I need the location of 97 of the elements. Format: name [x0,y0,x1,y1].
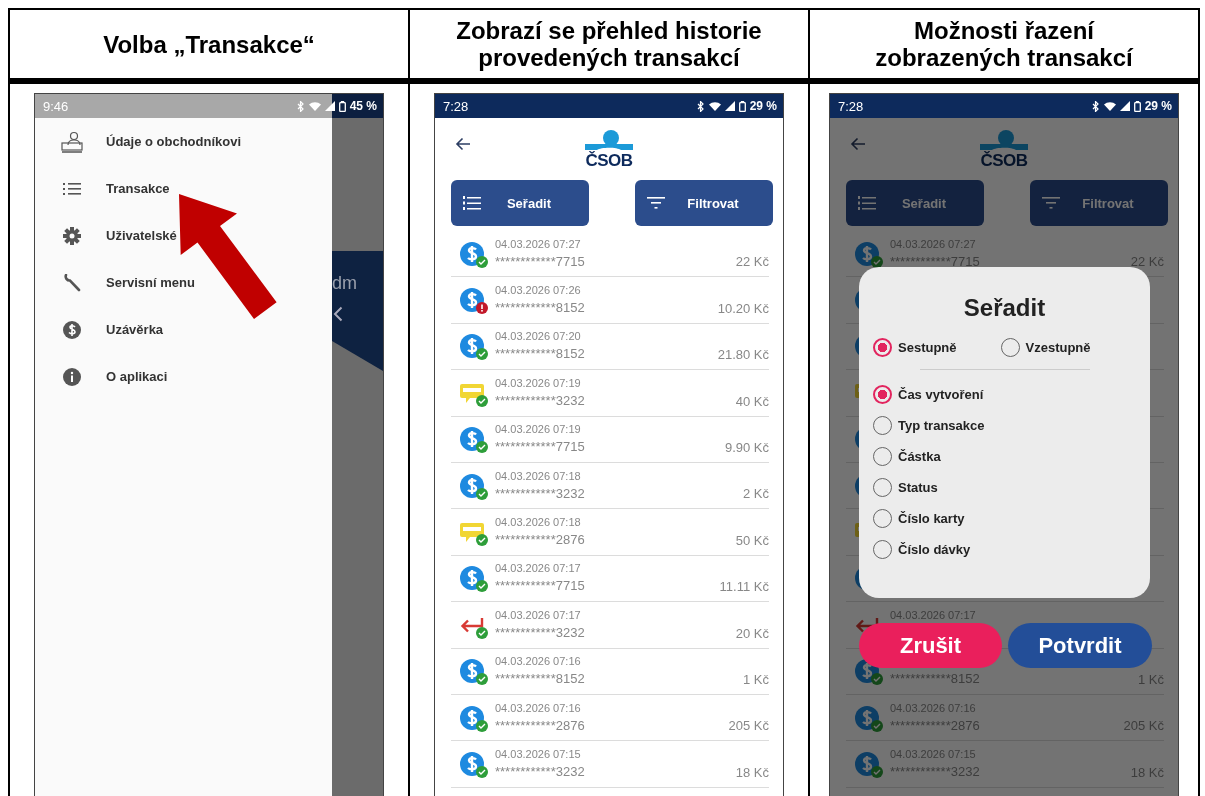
radio-button[interactable] [873,337,892,357]
battery-level: 45 % [349,99,377,113]
card-number: ************7715 [495,253,585,269]
logo-text: ČSOB [585,151,633,169]
transaction-date: 04.03.2026 07:18 [495,469,581,482]
status-time: 7:28 [443,98,469,114]
transaction-date: 04.03.2026 07:16 [495,655,581,668]
transaction-date: 04.03.2026 07:19 [495,423,581,436]
menu-item[interactable]: O aplikaci [35,353,332,400]
transaction-amount: 18 Kč [735,764,769,780]
card-number: ************3232 [495,764,585,779]
transaction-amount: 205 Kč [728,718,769,734]
transaction-date: 04.03.2026 07:17 [495,562,581,575]
logo-drawing [980,129,1028,152]
confirm-button[interactable]: Potvrdit [1008,623,1152,668]
dollar-icon [62,320,81,339]
filter-icon [647,196,665,210]
logo-text: ČSOB [980,151,1028,169]
card-number: ************3232 [495,624,585,640]
chevron-left-icon [333,306,343,322]
transaction-amount: 2 Kč [743,486,769,502]
battery-icon [338,100,346,112]
card-number: ************7715 [495,439,585,455]
transaction-amount: 21.80 Kč [717,347,769,363]
card-number: ************3232 [495,392,585,408]
transaction-date: 04.03.2026 07:26 [495,284,581,297]
card-number: ************3232 [495,485,585,501]
info-icon [62,367,81,386]
column-heading: Volba „Transakce“ [103,30,315,58]
wrench-icon [62,273,81,292]
battery-level: 29 % [749,99,777,113]
bluetooth-icon [296,100,305,112]
cancel-button[interactable]: Zrušit [859,623,1002,668]
card-number: ************2876 [495,717,585,733]
numbered-list-icon [858,195,876,211]
bluetooth-icon [696,100,705,112]
settings-icon [62,226,81,245]
transaction-date: 04.03.2026 07:27 [495,237,581,250]
transaction-amount: 1 Kč [743,671,769,687]
transaction-amount: 22 Kč [735,254,769,270]
status-time: 9:46 [43,98,69,114]
card-number: ************7715 [495,578,585,594]
dialog-title: Seřadit [962,294,1047,323]
signal-icon [724,101,735,111]
transaction-date: 04.03.2026 07:17 [495,608,581,621]
radio-button[interactable] [873,384,892,404]
numbered-list-icon [463,195,481,211]
menu-item[interactable]: Transakce [35,165,332,212]
back-arrow-icon[interactable] [455,137,471,151]
menu-item[interactable]: Uživatelské [35,212,332,259]
transaction-date: 04.03.2026 07:19 [495,376,581,389]
transaction-amount: 10.20 Kč [717,300,769,316]
option-label: Číslo dávky [898,541,971,557]
transaction-date: 04.03.2026 07:20 [495,330,581,343]
card-number: ************2876 [495,532,585,548]
battery-icon [738,100,746,112]
transaction-amount: 9.90 Kč [724,439,769,455]
card-number: ************8152 [495,346,585,362]
transaction-amount: 11.11 Kč [719,579,769,595]
transaction-date: 04.03.2026 07:18 [495,516,581,529]
signal-icon [324,101,335,111]
wifi-icon [708,101,721,111]
wifi-icon [1103,101,1116,111]
bluetooth-icon [1091,100,1100,112]
option-label: Číslo karty [898,510,965,526]
logo-drawing [585,129,633,152]
transaction-amount: 50 Kč [735,532,769,548]
menu-item[interactable]: Uzávěrka [35,306,332,353]
transaction-amount: 40 Kč [735,393,769,409]
battery-level: 29 % [1144,99,1172,113]
signal-icon [1119,101,1130,111]
filter-button[interactable]: Filtrovat [635,180,773,226]
sort-button[interactable]: Seřadit [451,180,589,226]
status-time: 7:28 [838,98,864,114]
battery-icon [1133,100,1141,112]
option-label: Sestupně [898,339,957,355]
option-label: Částka [898,448,941,464]
background-text: dm [332,273,357,294]
menu-item[interactable]: Servisní menu [35,259,332,306]
return-arrow-icon [855,616,879,633]
return-arrow-icon [460,616,484,633]
card-number: ************8152 [495,300,585,316]
option-label: Status [898,479,938,495]
menu-item[interactable]: Údaje o obchodníkovi [35,118,332,165]
merchant-icon [60,130,83,153]
wifi-icon [308,101,321,111]
card-number: ************8152 [495,671,585,687]
filter-icon [1042,196,1060,210]
option-label: Typ transakce [898,417,985,433]
option-label: Čas vytvoření [898,386,984,402]
column-heading: Zobrazí se přehled historie provedených transakcí [455,17,763,71]
transaction-amount: 20 Kč [735,625,769,641]
column-heading: Možnosti řazení zobrazených transakcí [874,17,1135,71]
list-icon [62,181,81,196]
option-label: Vzestupně [1025,339,1091,355]
transaction-date: 04.03.2026 07:15 [495,748,581,760]
transaction-date: 04.03.2026 07:16 [495,701,581,714]
